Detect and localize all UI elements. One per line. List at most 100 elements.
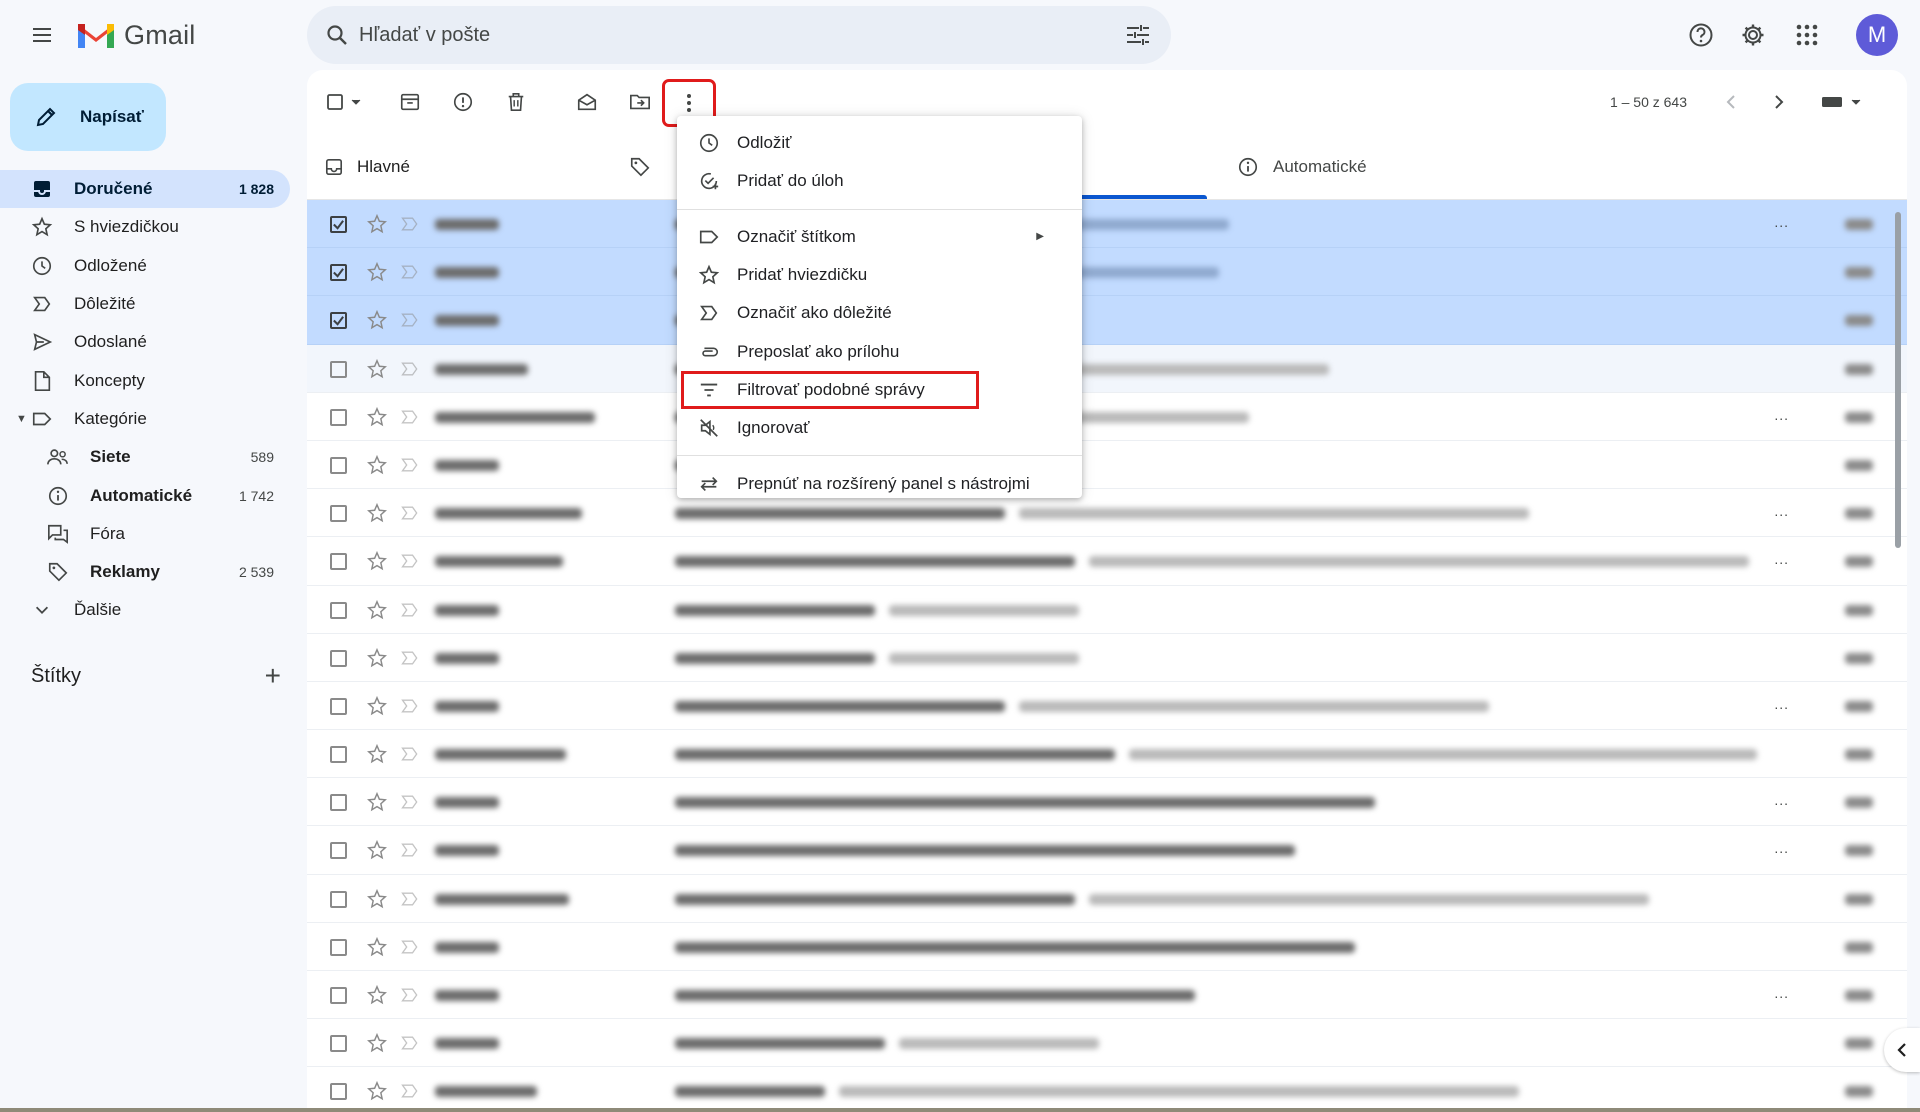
search-input[interactable] (359, 18, 1079, 52)
row-checkbox[interactable] (330, 1083, 347, 1101)
move-to-folder-icon[interactable] (622, 84, 658, 120)
table-row[interactable] (307, 441, 1907, 490)
row-checkbox[interactable] (330, 746, 347, 764)
row-checkbox[interactable] (330, 264, 347, 282)
important-toggle-icon[interactable] (398, 888, 422, 910)
table-row[interactable]: ... (307, 393, 1907, 441)
table-row[interactable]: ... (307, 971, 1907, 1020)
row-checkbox[interactable] (330, 794, 347, 812)
newer-page-chevron-icon[interactable] (1715, 86, 1747, 118)
table-row[interactable] (307, 248, 1907, 297)
table-row[interactable] (307, 1019, 1907, 1068)
important-toggle-icon[interactable] (398, 454, 422, 476)
table-row[interactable]: ... (307, 826, 1907, 875)
sidebar-item-forums[interactable]: Fóra (0, 515, 290, 553)
important-toggle-icon[interactable] (398, 743, 422, 765)
star-toggle-icon[interactable] (364, 693, 390, 719)
select-all-checkbox[interactable] (324, 84, 372, 120)
menu-item-mute[interactable]: Ignorovať (677, 409, 1082, 447)
menu-item-filter-similar[interactable]: Filtrovať podobné správy (681, 370, 979, 410)
row-checkbox[interactable] (330, 312, 347, 330)
search-icon[interactable] (321, 19, 353, 51)
compose-button[interactable]: Napísať (10, 83, 166, 151)
important-toggle-icon[interactable] (398, 406, 422, 428)
star-toggle-icon[interactable] (364, 789, 390, 815)
row-checkbox[interactable] (330, 360, 347, 378)
important-toggle-icon[interactable] (398, 213, 422, 235)
star-toggle-icon[interactable] (364, 356, 390, 382)
star-toggle-icon[interactable] (364, 548, 390, 574)
row-checkbox[interactable] (330, 505, 347, 523)
table-row[interactable]: ... (307, 489, 1907, 538)
table-row[interactable]: ... (307, 537, 1907, 586)
star-toggle-icon[interactable] (364, 837, 390, 863)
row-checkbox[interactable] (330, 408, 347, 426)
caret-down-icon[interactable]: ▼ (16, 413, 27, 425)
row-checkbox[interactable] (330, 697, 347, 715)
important-toggle-icon[interactable] (398, 261, 422, 283)
table-row[interactable] (307, 875, 1907, 923)
row-checkbox[interactable] (330, 938, 347, 956)
table-row[interactable]: ... (307, 682, 1907, 731)
important-toggle-icon[interactable] (398, 502, 422, 524)
row-checkbox[interactable] (330, 649, 347, 667)
important-toggle-icon[interactable] (398, 647, 422, 669)
row-checkbox[interactable] (330, 553, 347, 571)
row-checkbox[interactable] (330, 890, 347, 908)
sidebar-item-updates[interactable]: Automatické 1 742 (0, 476, 290, 514)
delete-trash-icon[interactable] (498, 84, 534, 120)
menu-item-snooze[interactable]: Odložiť (677, 124, 1082, 162)
sidebar-item-social[interactable]: Siete 589 (0, 438, 290, 476)
table-row[interactable] (307, 296, 1907, 345)
important-toggle-icon[interactable] (398, 599, 422, 621)
tab-promotions[interactable]: I (629, 134, 684, 200)
table-row[interactable] (307, 634, 1907, 682)
sidebar-item-more[interactable]: Ďalšie (0, 591, 290, 629)
important-toggle-icon[interactable] (398, 358, 422, 380)
table-row[interactable] (307, 923, 1907, 971)
menu-item-label-as[interactable]: Označiť štítkom ▶ (677, 218, 1082, 256)
row-checkbox[interactable] (330, 216, 347, 233)
menu-item-forward-as-attachment[interactable]: Preposlať ako prílohu (677, 332, 1082, 370)
important-toggle-icon[interactable] (398, 695, 422, 717)
star-toggle-icon[interactable] (364, 886, 390, 912)
sidebar-item-promotions[interactable]: Reklamy 2 539 (0, 553, 290, 591)
search-options-icon[interactable] (1123, 20, 1153, 50)
important-toggle-icon[interactable] (398, 984, 422, 1006)
row-checkbox[interactable] (330, 987, 347, 1004)
star-toggle-icon[interactable] (364, 500, 390, 526)
star-toggle-icon[interactable] (364, 982, 390, 1008)
star-toggle-icon[interactable] (364, 452, 390, 478)
star-toggle-icon[interactable] (364, 597, 390, 623)
sidebar-item-categories[interactable]: ▼ Kategórie (0, 400, 290, 438)
sidebar-item-important[interactable]: Dôležité (0, 285, 290, 323)
important-toggle-icon[interactable] (398, 1080, 422, 1102)
scrollbar-thumb[interactable] (1895, 212, 1901, 548)
main-menu-icon[interactable] (24, 17, 60, 53)
star-toggle-icon[interactable] (364, 211, 390, 237)
gmail-logo[interactable]: Gmail (76, 17, 196, 53)
menu-item-add-star[interactable]: Pridať hviezdičku (677, 256, 1082, 294)
important-toggle-icon[interactable] (398, 839, 422, 861)
table-row[interactable] (307, 730, 1907, 779)
row-checkbox[interactable] (330, 1035, 347, 1053)
sidebar-item-drafts[interactable]: Koncepty (0, 361, 290, 399)
sidebar-item-snoozed[interactable]: Odložené (0, 247, 290, 285)
tab-primary[interactable]: Hlavné (325, 134, 410, 200)
table-row[interactable]: ... (307, 778, 1907, 827)
star-toggle-icon[interactable] (364, 1078, 390, 1104)
star-toggle-icon[interactable] (364, 741, 390, 767)
help-icon[interactable] (1680, 14, 1722, 56)
star-toggle-icon[interactable] (364, 307, 390, 333)
mark-as-read-icon[interactable] (569, 84, 605, 120)
star-toggle-icon[interactable] (364, 1030, 390, 1056)
row-checkbox[interactable] (330, 456, 347, 474)
star-toggle-icon[interactable] (364, 259, 390, 285)
side-panel-toggle[interactable] (1884, 1028, 1920, 1072)
star-toggle-icon[interactable] (364, 645, 390, 671)
table-row[interactable]: ... (307, 200, 1907, 249)
row-checkbox[interactable] (330, 601, 347, 619)
input-tools-keyboard-icon[interactable] (1817, 86, 1867, 118)
older-page-chevron-icon[interactable] (1763, 86, 1795, 118)
row-checkbox[interactable] (330, 842, 347, 860)
